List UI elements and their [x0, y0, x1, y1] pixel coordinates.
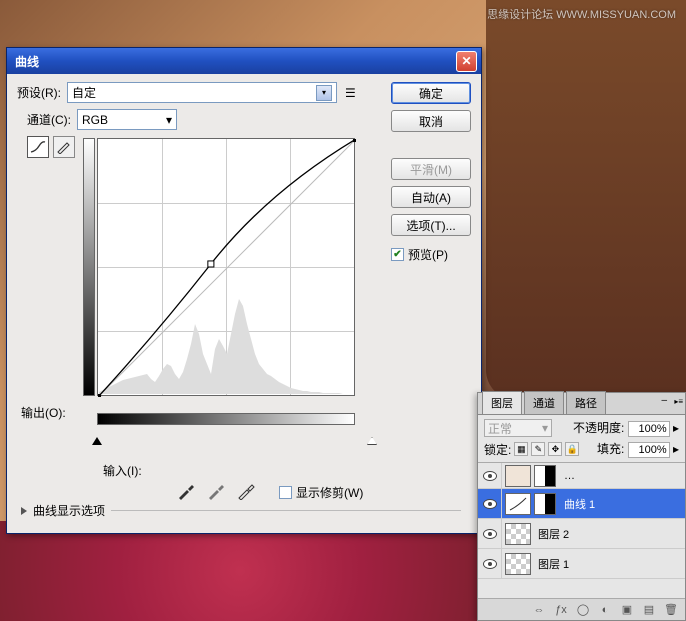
curve-line — [98, 139, 356, 397]
dialog-titlebar[interactable]: 曲线 ✕ — [7, 48, 481, 74]
output-gradient — [83, 138, 95, 396]
preset-menu-icon[interactable]: ☰ — [345, 86, 356, 100]
input-gradient — [97, 413, 355, 425]
watermark-text: 思缘设计论坛 WWW.MISSYUAN.COM — [487, 6, 676, 22]
panel-menu-icon[interactable]: ▸≡ — [674, 397, 683, 406]
tab-layers[interactable]: 图层 — [482, 391, 522, 414]
black-eyedropper-icon[interactable] — [177, 482, 195, 500]
layer-thumbnail — [505, 465, 531, 487]
visibility-toggle[interactable] — [478, 549, 502, 578]
chevron-down-icon: ▾ — [542, 421, 548, 435]
input-label: 输入(I): — [103, 462, 142, 479]
tab-channels[interactable]: 通道 — [524, 391, 564, 414]
white-eyedropper-icon[interactable] — [237, 482, 255, 500]
gray-eyedropper-icon[interactable] — [207, 482, 225, 500]
cancel-button[interactable]: 取消 — [391, 110, 471, 132]
adjustment-layer-icon[interactable]: ◐ — [597, 602, 613, 618]
eyedropper-group — [177, 482, 255, 500]
layer-style-icon[interactable]: ƒx — [553, 602, 569, 618]
options-button[interactable]: 选项(T)... — [391, 214, 471, 236]
show-clipping-label: 显示修剪(W) — [296, 484, 363, 501]
preview-label: 预览(P) — [408, 246, 448, 263]
layer-thumbnail — [505, 553, 531, 575]
layer-mask-thumbnail — [534, 493, 556, 515]
tab-paths[interactable]: 路径 — [566, 391, 606, 414]
curve-grid[interactable] — [97, 138, 355, 396]
layer-name: 图层 1 — [534, 556, 685, 572]
channel-label: 通道(C): — [27, 111, 71, 128]
layer-name: 曲线 1 — [560, 496, 685, 512]
visibility-toggle[interactable] — [478, 489, 502, 518]
fill-label: 填充: — [597, 442, 624, 456]
lock-pixels-icon[interactable]: ✎ — [531, 442, 545, 456]
panel-footer: ⇔ ƒx ◯ ◐ ▣ ▤ 🗑 — [478, 598, 685, 620]
close-button[interactable]: ✕ — [456, 51, 477, 72]
divider — [111, 510, 461, 511]
curves-dialog: 曲线 ✕ 预设(R): 自定 ▾ ☰ 通道(C): RGB ▾ — [6, 47, 482, 534]
fill-field[interactable]: 100% — [628, 442, 670, 458]
link-layers-icon[interactable]: ⇔ — [531, 602, 547, 618]
lock-transparency-icon[interactable]: ▦ — [514, 442, 528, 456]
curve-editor[interactable] — [97, 138, 372, 423]
layer-mask-thumbnail — [534, 465, 556, 487]
curve-pencil-tool[interactable] — [53, 136, 75, 158]
layer-row[interactable]: … — [478, 463, 685, 489]
dialog-title: 曲线 — [11, 53, 456, 70]
layer-mask-icon[interactable]: ◯ — [575, 602, 591, 618]
visibility-toggle[interactable] — [478, 519, 502, 548]
layers-panel: 图层 通道 路径 – ▸≡ 正常▾ 不透明度: 100% ▸ 锁定: ▦ ✎ ✥… — [477, 392, 686, 621]
layer-name: 图层 2 — [534, 526, 685, 542]
output-label: 输出(O): — [21, 404, 66, 421]
delete-layer-icon[interactable]: 🗑 — [663, 602, 679, 618]
lock-all-icon[interactable]: 🔒 — [565, 442, 579, 456]
smooth-button: 平滑(M) — [391, 158, 471, 180]
ok-button[interactable]: 确定 — [391, 82, 471, 104]
show-clipping-checkbox[interactable] — [279, 486, 292, 499]
chevron-right-icon[interactable]: ▸ — [673, 442, 679, 456]
eye-icon — [483, 559, 497, 569]
opacity-field[interactable]: 100% — [628, 421, 670, 437]
layer-row[interactable]: 图层 2 — [478, 519, 685, 549]
eye-icon — [483, 529, 497, 539]
preset-value: 自定 — [72, 84, 96, 101]
preview-checkbox[interactable]: ✔ — [391, 248, 404, 261]
blend-mode-select[interactable]: 正常▾ — [484, 419, 552, 437]
auto-button[interactable]: 自动(A) — [391, 186, 471, 208]
new-layer-icon[interactable]: ▤ — [641, 602, 657, 618]
disclosure-label: 曲线显示选项 — [33, 502, 105, 519]
new-group-icon[interactable]: ▣ — [619, 602, 635, 618]
curve-icon — [30, 140, 46, 154]
channel-value: RGB — [82, 113, 108, 127]
preset-select[interactable]: 自定 ▾ — [67, 82, 337, 103]
layer-name: … — [560, 470, 685, 482]
pencil-icon — [56, 140, 72, 154]
layer-row[interactable]: 图层 1 — [478, 549, 685, 579]
lock-label: 锁定: — [484, 441, 511, 458]
black-point-slider[interactable] — [92, 437, 102, 445]
layer-thumbnail — [505, 523, 531, 545]
chevron-down-icon: ▾ — [316, 85, 332, 101]
preset-label: 预设(R): — [17, 84, 61, 101]
channel-select[interactable]: RGB ▾ — [77, 109, 177, 130]
opacity-label: 不透明度: — [573, 421, 624, 435]
layer-row[interactable]: 曲线 1 — [478, 489, 685, 519]
adjustment-thumbnail — [505, 493, 531, 515]
layer-list: … 曲线 1 图层 2 图层 1 — [478, 462, 685, 579]
curve-point-tool[interactable] — [27, 136, 49, 158]
chevron-down-icon: ▾ — [166, 113, 172, 127]
panel-minimize-icon[interactable]: – — [661, 395, 667, 406]
eye-icon — [483, 471, 497, 481]
lock-position-icon[interactable]: ✥ — [548, 442, 562, 456]
chevron-right-icon[interactable]: ▸ — [673, 421, 679, 435]
white-point-slider[interactable] — [367, 437, 377, 445]
eye-icon — [483, 499, 497, 509]
visibility-toggle[interactable] — [478, 463, 502, 488]
dialog-body: 预设(R): 自定 ▾ ☰ 通道(C): RGB ▾ — [7, 74, 481, 533]
disclosure-toggle[interactable] — [21, 507, 27, 515]
